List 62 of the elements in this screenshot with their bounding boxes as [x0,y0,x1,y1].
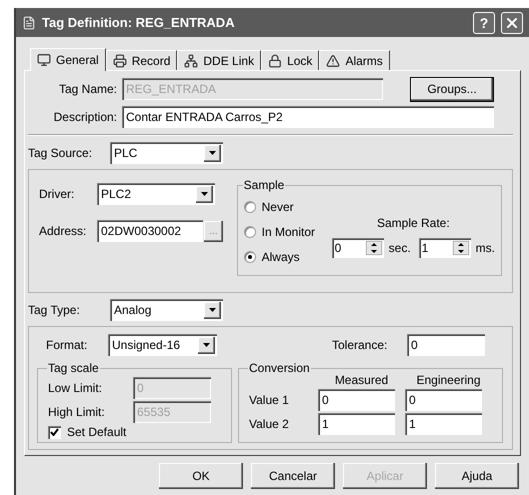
checkbox[interactable] [48,426,61,438]
window-title: Tag Definition: REG_ENTRADA [42,14,236,32]
tab[interactable]: Alarms [319,50,390,70]
field-label: High Limit: [48,404,106,420]
tab[interactable]: Lock [261,50,320,70]
check-icon [50,428,59,436]
format-dropdown[interactable]: Unsigned-16 [108,334,217,356]
field-label: Set Default [67,424,126,441]
close-button[interactable] [501,12,523,34]
tolerance-field[interactable]: 0 [407,334,485,356]
group-title: Conversion [248,360,311,377]
dialog-button[interactable]: Cancelar [251,463,335,489]
group-title: Sample [242,177,286,194]
field-label: In Monitor [262,224,315,241]
document-icon [22,16,36,30]
number-spinner[interactable]: 0 [332,238,384,258]
tab[interactable]: Record [106,50,178,70]
tab[interactable]: DDE Link [177,50,262,70]
spinner-arrows-icon [452,241,469,255]
spinner-arrows-icon [366,241,382,255]
groups-button[interactable]: Groups... [410,76,494,102]
radio-button[interactable] [244,201,256,213]
engineering-field[interactable]: 1 [405,412,482,434]
tag-type-dropdown[interactable]: Analog [110,299,223,321]
radio-button[interactable] [244,226,256,238]
field-label: Format: [45,337,88,354]
group-title: Tag scale [47,360,100,377]
warning-icon [326,54,340,68]
field-label: Tag Name: [58,81,118,98]
field-label: Always [262,249,300,266]
driver-dropdown[interactable]: PLC2 [97,183,215,205]
number-spinner[interactable]: 1 [418,238,471,258]
field-label: Address: [39,223,88,240]
field-label: Tag Source: [28,145,94,162]
measured-field[interactable]: 1 [318,412,395,434]
printer-icon [112,54,127,68]
column-header: Engineering [415,372,482,386]
field-label: Value 1 [249,392,290,408]
field-label: Tag Type: [28,302,81,319]
dialog-button[interactable]: Ajuda [435,463,519,489]
field-label: Sample Rate: [376,215,450,232]
address-field[interactable]: 02DW0030002 [97,220,203,242]
dialog-button[interactable]: OK [159,463,243,489]
field-label: Low Limit: [48,380,104,396]
radio-button[interactable] [244,251,256,263]
field-label: Never [262,199,294,216]
network-icon [184,54,198,68]
engineering-field[interactable]: 0 [405,388,482,410]
tab[interactable]: General [30,48,106,71]
field-label: Value 2 [249,416,290,432]
field-label: Driver: [39,186,76,203]
help-button[interactable]: ? [473,12,495,34]
field-label: sec. [388,240,411,257]
field-label: Description: [52,109,118,126]
measured-field[interactable]: 0 [318,388,395,410]
description-field[interactable]: Contar ENTRADA Carros_P2 [122,106,494,128]
field-label: ms. [476,240,495,257]
column-header: Measured [334,372,390,386]
padlock-icon [268,54,282,68]
tag-source-dropdown[interactable]: PLC [110,142,223,164]
monitor-icon [37,53,51,67]
field-label: Tolerance: [332,337,388,354]
